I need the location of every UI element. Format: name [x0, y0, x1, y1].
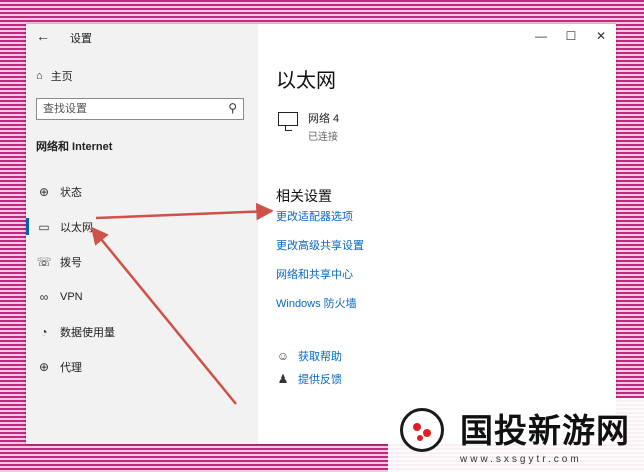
related-settings-title: 相关设置 — [276, 188, 332, 204]
sidebar-item-status[interactable]: ⊕ 状态 — [26, 174, 258, 209]
sidebar-item-label: VPN — [60, 290, 83, 303]
globe-proxy-icon: ⊕ — [38, 359, 50, 374]
computer-icon — [276, 110, 300, 132]
search-icon[interactable]: ⚲ — [228, 101, 237, 115]
home-link[interactable]: ⌂ 主页 — [36, 68, 73, 84]
help-section: ☺ 获取帮助 ♟ 提供反馈 — [276, 344, 342, 390]
advanced-sharing-link[interactable]: 更改高级共享设置 — [276, 237, 364, 266]
sidebar-item-vpn[interactable]: ∞ VPN — [26, 279, 258, 314]
globe-status-icon: ⊕ — [38, 184, 50, 199]
sidebar-item-label: 状态 — [60, 186, 82, 199]
related-links: 更改适配器选项 更改高级共享设置 网络和共享中心 Windows 防火墙 — [276, 208, 364, 324]
section-title: 网络和 Internet — [36, 141, 113, 153]
home-icon: ⌂ — [36, 70, 43, 82]
main-content: 以太网 网络 4 已连接 相关设置 更改适配器选项 更改高级共享设置 网络和共享… — [258, 24, 616, 444]
change-adapter-options-link[interactable]: 更改适配器选项 — [276, 208, 364, 237]
app-title: 设置 — [70, 33, 92, 45]
vpn-icon: ∞ — [39, 289, 49, 304]
title-bar: ← 设置 — [26, 24, 258, 50]
data-usage-icon: ◔ — [40, 324, 48, 339]
sidebar-item-label: 拨号 — [60, 256, 82, 269]
settings-window: ← 设置 ⌂ 主页 ⚲ 网络和 Internet ⊕ 状态 ▭ 以太网 ☏ 拨号 — [26, 24, 616, 444]
sidebar: ← 设置 ⌂ 主页 ⚲ 网络和 Internet ⊕ 状态 ▭ 以太网 ☏ 拨号 — [26, 24, 258, 444]
get-help-label: 获取帮助 — [298, 350, 342, 363]
get-help-link[interactable]: ☺ 获取帮助 — [276, 344, 342, 367]
sidebar-item-label: 代理 — [60, 361, 82, 374]
search-input[interactable] — [37, 99, 229, 119]
sidebar-item-dialup[interactable]: ☏ 拨号 — [26, 244, 258, 279]
chat-help-icon: ☺ — [276, 348, 290, 363]
network-entry[interactable]: 网络 4 已连接 — [276, 110, 339, 143]
sidebar-item-label: 以太网 — [60, 221, 93, 234]
watermark: 国投新游网 www.sxsgytr.com — [388, 398, 644, 472]
network-sharing-center-link[interactable]: 网络和共享中心 — [276, 266, 364, 295]
sidebar-item-proxy[interactable]: ⊕ 代理 — [26, 349, 258, 384]
network-status: 已连接 — [308, 132, 338, 143]
ethernet-icon: ▭ — [38, 219, 50, 234]
sidebar-item-label: 数据使用量 — [60, 326, 115, 339]
windows-firewall-link[interactable]: Windows 防火墙 — [276, 295, 364, 324]
watermark-text: 国投新游网 — [460, 411, 630, 450]
feedback-icon: ♟ — [277, 371, 289, 386]
back-arrow-icon[interactable]: ← — [36, 28, 50, 44]
search-box[interactable]: ⚲ — [36, 98, 244, 120]
network-name: 网络 4 — [308, 113, 340, 125]
feedback-label: 提供反馈 — [298, 373, 342, 386]
home-label: 主页 — [50, 71, 73, 83]
sidebar-nav: ⊕ 状态 ▭ 以太网 ☏ 拨号 ∞ VPN ◔ 数据使用量 ⊕ 代理 — [26, 174, 258, 384]
sidebar-item-data-usage[interactable]: ◔ 数据使用量 — [26, 314, 258, 349]
watermark-url: www.sxsgytr.com — [460, 454, 582, 465]
feedback-link[interactable]: ♟ 提供反馈 — [276, 367, 342, 390]
page-title: 以太网 — [276, 70, 336, 92]
site-logo-icon — [400, 408, 444, 452]
sidebar-item-ethernet[interactable]: ▭ 以太网 — [26, 209, 258, 244]
phone-icon: ☏ — [36, 254, 52, 269]
